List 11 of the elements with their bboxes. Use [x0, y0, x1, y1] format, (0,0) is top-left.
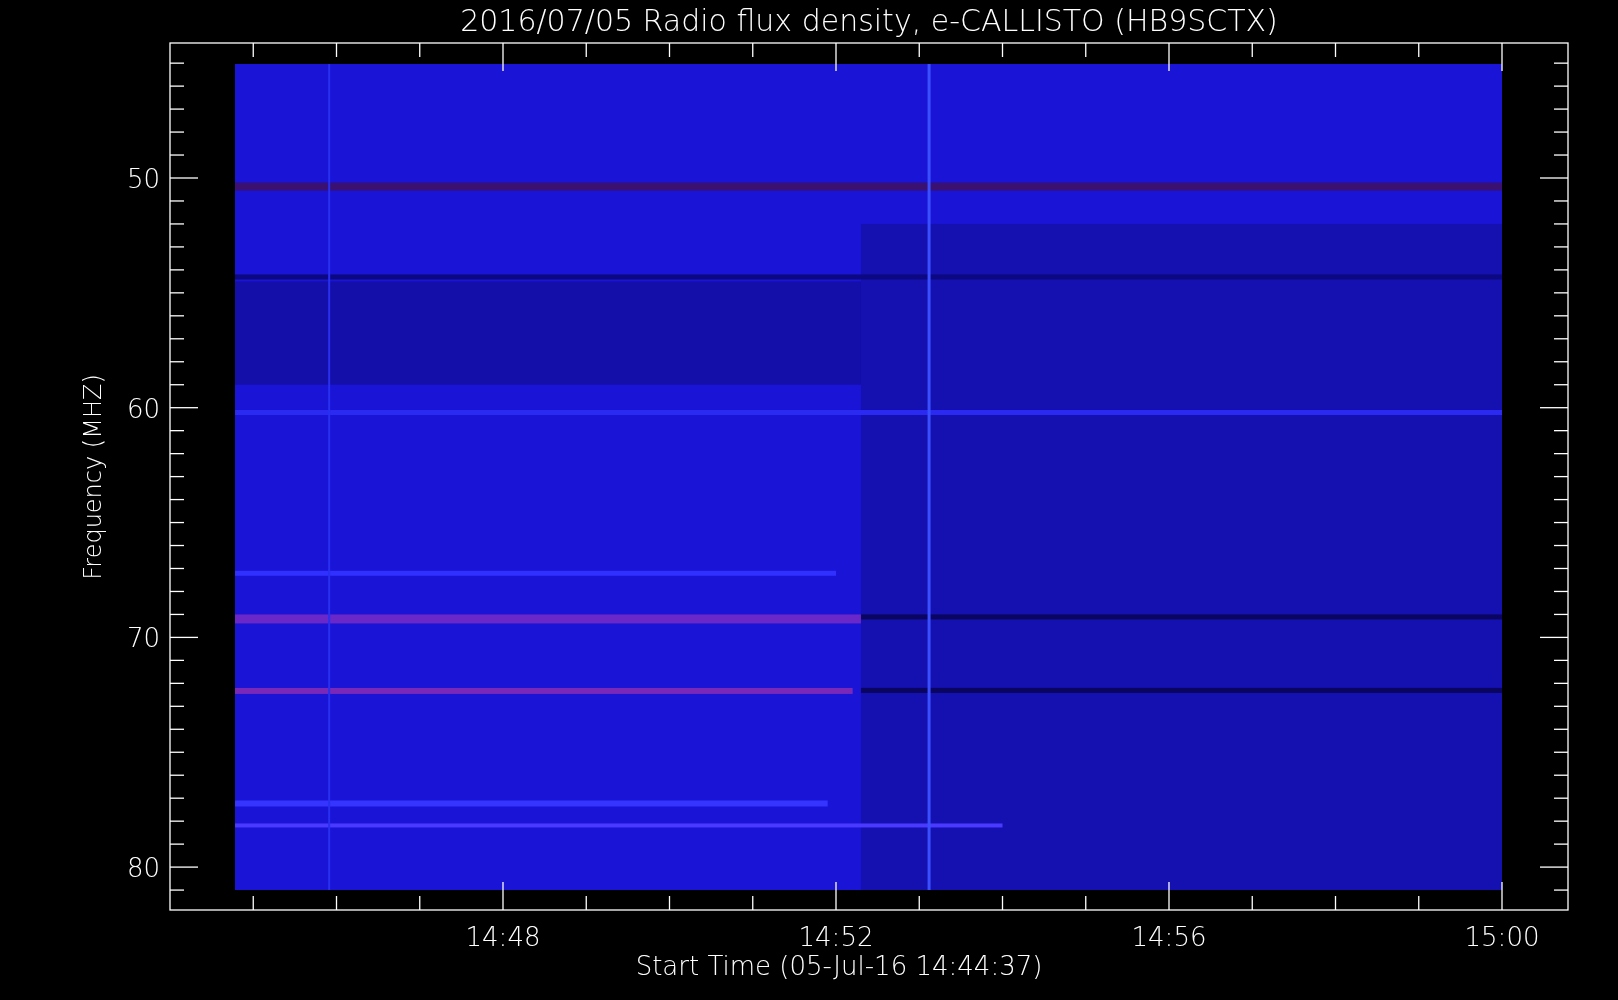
y-tick-label: 50 [126, 164, 160, 194]
y-tick-label: 70 [126, 623, 160, 654]
x-tick-label: 14:52 [798, 922, 874, 952]
y-tick-label: 80 [126, 853, 160, 884]
y-axis-label: Frequency (MHZ) [79, 374, 107, 580]
chart-title: 2016/07/05 Radio flux density, e-CALLISTO (HB9SCTX) [460, 3, 1278, 38]
x-tick-label: 15:00 [1464, 922, 1540, 952]
x-tick-label: 14:48 [465, 922, 541, 952]
y-tick-label: 60 [126, 393, 160, 424]
x-tick-label: 14:56 [1131, 922, 1207, 952]
x-axis-label: Start Time (05-Jul-16 14:44:37) [635, 951, 1043, 981]
